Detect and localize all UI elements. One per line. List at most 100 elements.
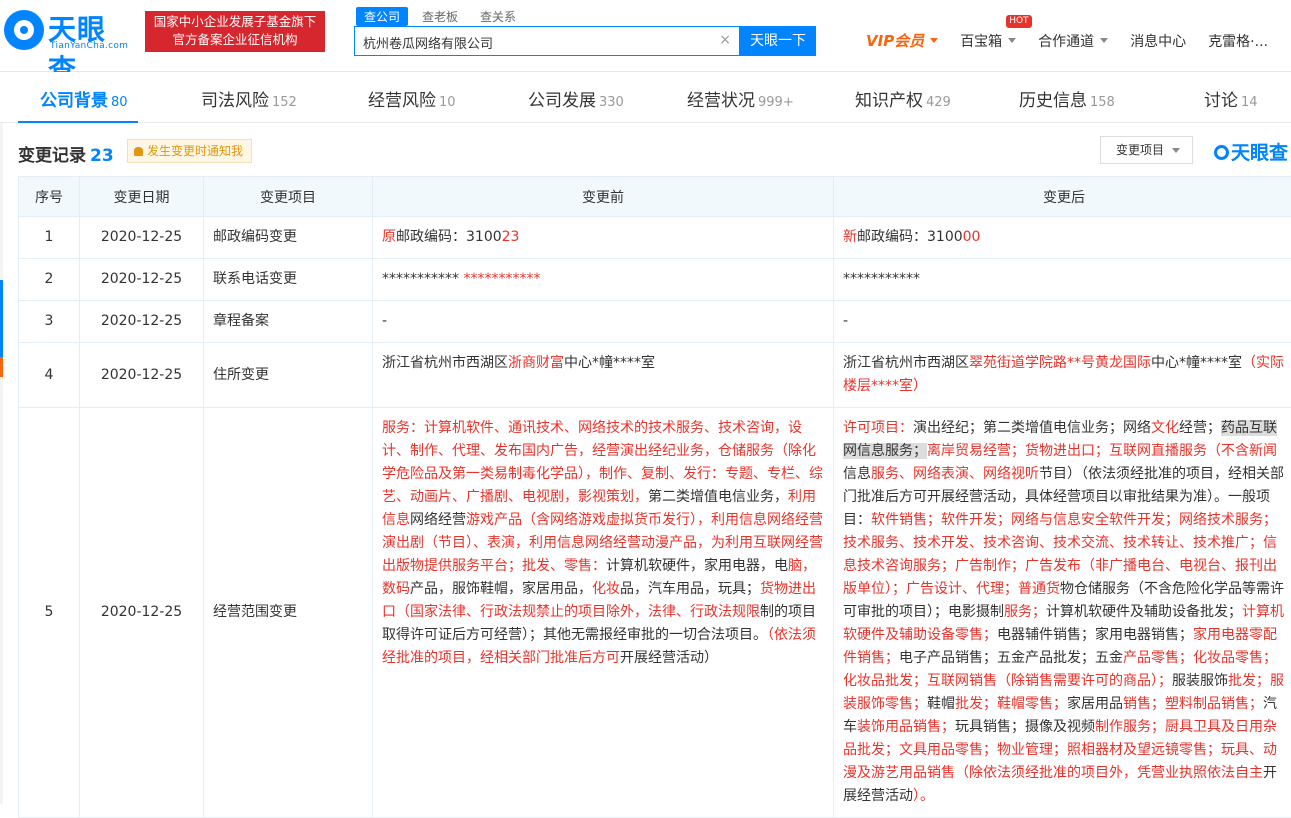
diff-text: 浙商财富	[508, 355, 564, 371]
table-row: 2 2020-12-25 联系电话变更 *********** ********…	[19, 259, 1291, 301]
diff-text: 家居用品	[1067, 696, 1123, 712]
diff-text: 开展经营活动）	[620, 650, 718, 666]
diff-text: 许可项目：	[843, 420, 913, 436]
change-records-header: 变更记录23 发生变更时通知我 变更项目 天眼查	[18, 136, 1291, 176]
col-header-no: 序号	[19, 177, 80, 217]
tab-legal-risk[interactable]: 司法风险152	[201, 86, 297, 111]
diff-text: ***********	[382, 271, 463, 287]
partner-menu[interactable]: 合作通道	[1038, 31, 1108, 51]
cell-after: 许可项目：演出经纪；第二类增值电信业务；网络文化经营；药品互联网信息服务；离岸贸…	[834, 408, 1291, 818]
gov-badge-line1: 国家中小企业发展子基金旗下	[150, 13, 320, 31]
cell-before: -	[373, 301, 834, 343]
notify-on-change-button[interactable]: 发生变更时通知我	[127, 139, 252, 163]
treasure-menu[interactable]: 百宝箱 HOT	[960, 31, 1016, 51]
cell-after: 新邮政编码：310000	[834, 217, 1291, 259]
diff-text: ***********	[463, 271, 540, 287]
diff-text: 销售；塑料制品销售；	[1123, 696, 1263, 712]
tab-count: 152	[272, 95, 297, 110]
treasure-label: 百宝箱	[960, 31, 1002, 51]
diff-text: 中心*幢****室	[564, 355, 655, 371]
diff-text: ***********	[843, 271, 920, 287]
left-rail	[0, 72, 3, 804]
diff-text: 第二类增值电信业务，	[648, 489, 788, 505]
change-item-filter[interactable]: 变更项目	[1100, 136, 1193, 164]
diff-text: 玩具销售；摄像及视频	[955, 719, 1095, 735]
messages-link[interactable]: 消息中心	[1130, 31, 1186, 51]
diff-text: 信息	[843, 466, 871, 482]
hot-badge: HOT	[1006, 15, 1031, 28]
vip-menu[interactable]: VIP会员	[866, 30, 938, 51]
tab-count: 330	[599, 95, 624, 110]
tab-count: 429	[926, 95, 951, 110]
diff-text: 23	[502, 229, 520, 245]
vip-label: VIP会员	[866, 30, 924, 51]
user-menu[interactable]: 克雷格·...	[1208, 31, 1268, 51]
messages-label: 消息中心	[1130, 31, 1186, 51]
diff-text: 电器辅件销售；家用电器销售；	[997, 627, 1193, 643]
table-row: 5 2020-12-25 经营范围变更 服务：计算机软件、通讯技术、网络技术的技…	[19, 408, 1291, 818]
tab-intellectual-property[interactable]: 知识产权429	[855, 86, 951, 111]
tab-label: 知识产权	[855, 91, 923, 111]
cell-item: 联系电话变更	[204, 259, 373, 301]
table-row: 1 2020-12-25 邮政编码变更 原邮政编码：310023 新邮政编码：3…	[19, 217, 1291, 259]
section-title-text: 变更记录	[18, 146, 86, 166]
top-nav: VIP会员 百宝箱 HOT 合作通道 消息中心 克雷格·...	[866, 30, 1290, 51]
col-header-after: 变更后	[834, 177, 1291, 217]
section-count: 23	[90, 146, 114, 166]
table-header-row: 序号 变更日期 变更项目 变更前 变更后	[19, 177, 1291, 217]
tab-history[interactable]: 历史信息158	[1019, 86, 1115, 111]
diff-text: 计算机软硬件及辅助设备批发；	[1046, 604, 1242, 620]
tab-company-development[interactable]: 公司发展330	[528, 86, 624, 111]
section-tabs: 公司背景80 司法风险152 经营风险10 公司发展330 经营状况999+ 知…	[0, 72, 1291, 123]
diff-text: ）。	[913, 788, 934, 804]
search-tab-boss[interactable]: 查老板	[414, 7, 466, 26]
diff-text: 电子产品销售；五金产品批发；五金	[899, 650, 1123, 666]
cell-date: 2020-12-25	[80, 343, 204, 408]
tab-label: 司法风险	[201, 91, 269, 111]
active-tab-underline	[18, 121, 138, 123]
tab-count: 10	[439, 95, 456, 110]
diff-text: 新闻	[1249, 443, 1277, 459]
partner-label: 合作通道	[1038, 31, 1094, 51]
rail-marker	[0, 280, 3, 360]
cell-before: 服务：计算机软件、通讯技术、网络技术的技术服务、技术咨询，设计、制作、代理、发布…	[373, 408, 834, 818]
tab-count: 14	[1241, 95, 1258, 110]
search-input[interactable]: 杭州卷瓜网络有限公司 ×	[354, 26, 740, 56]
search-tab-relation[interactable]: 查关系	[472, 7, 524, 26]
tab-operating-status[interactable]: 经营状况999+	[687, 86, 794, 111]
tab-business-risk[interactable]: 经营风险10	[368, 86, 456, 111]
diff-text: 邮政编码：3100	[857, 229, 963, 245]
cell-date: 2020-12-25	[80, 408, 204, 818]
cell-item: 章程备案	[204, 301, 373, 343]
notify-label: 发生变更时通知我	[147, 144, 243, 158]
tab-label: 公司背景	[40, 91, 108, 111]
search-input-value: 杭州卷瓜网络有限公司	[363, 33, 493, 52]
top-header: 天眼查 TianYanCha.com 国家中小企业发展子基金旗下 官方备案企业征…	[0, 0, 1291, 72]
diff-text: 翠苑街道学院路**号黄龙国际	[969, 355, 1151, 371]
diff-text: 离岸贸易经营；货物进出口；互联网直播服务（不含	[927, 443, 1249, 459]
diff-text: 鞋帽	[927, 696, 955, 712]
cell-no: 4	[19, 343, 80, 408]
search-button[interactable]: 天眼一下	[740, 26, 816, 56]
diff-text: 浙江省杭州市西湖区	[382, 355, 508, 371]
search-tab-company[interactable]: 查公司	[356, 7, 408, 26]
cell-after: ***********	[834, 259, 1291, 301]
cell-date: 2020-12-25	[80, 301, 204, 343]
eye-logo-icon	[1214, 145, 1229, 160]
search-type-tabs: 查公司 查老板 查关系	[356, 7, 530, 26]
cell-item: 邮政编码变更	[204, 217, 373, 259]
diff-text: 浙江省杭州市西湖区	[843, 355, 969, 371]
tab-company-background[interactable]: 公司背景80	[40, 86, 128, 111]
bell-icon	[134, 147, 143, 156]
rail-marker-secondary	[0, 357, 3, 377]
cell-date: 2020-12-25	[80, 259, 204, 301]
cell-after: -	[834, 301, 1291, 343]
cell-before: *********** ***********	[373, 259, 834, 301]
cell-before: 原邮政编码：310023	[373, 217, 834, 259]
diff-text: 邮政编码：3100	[396, 229, 502, 245]
tab-discussion[interactable]: 讨论14	[1204, 86, 1258, 111]
tianyancha-logo[interactable]: 天眼查 TianYanCha.com	[4, 8, 134, 54]
table-row: 3 2020-12-25 章程备案 - -	[19, 301, 1291, 343]
chevron-down-icon	[1008, 38, 1016, 43]
clear-icon[interactable]: ×	[719, 32, 731, 48]
